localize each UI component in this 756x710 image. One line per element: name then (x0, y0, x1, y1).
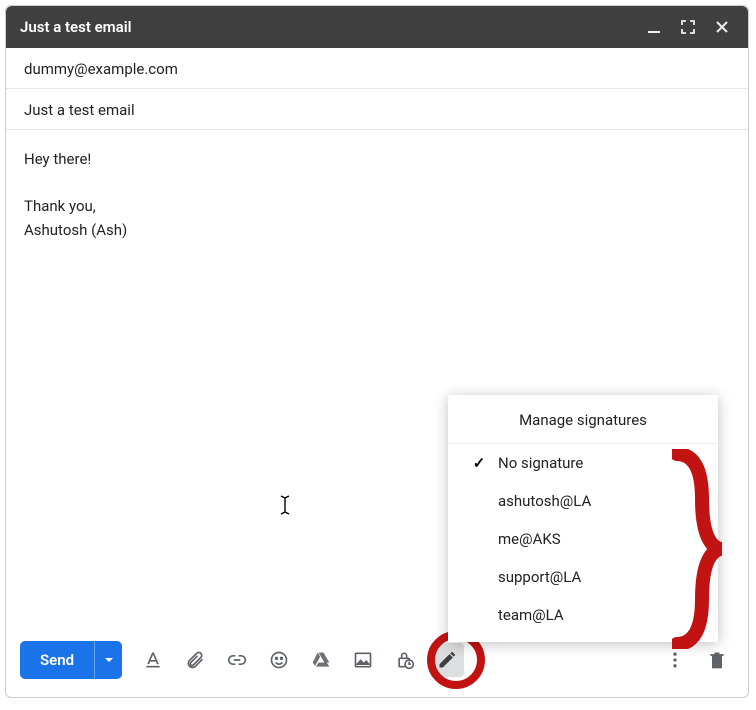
expand-icon (681, 20, 695, 34)
attach-button[interactable] (178, 643, 212, 677)
signature-button[interactable] (430, 643, 464, 677)
signature-option[interactable]: me@AKS (448, 520, 718, 558)
send-button-group: Send (20, 641, 122, 679)
link-button[interactable] (220, 643, 254, 677)
signature-option[interactable]: support@LA (448, 558, 718, 596)
fullscreen-button[interactable] (676, 15, 700, 39)
text-format-icon (143, 650, 163, 670)
link-icon (227, 650, 247, 670)
minimize-button[interactable] (642, 15, 666, 39)
paperclip-icon (185, 650, 205, 670)
subject-field[interactable]: Just a test email (6, 89, 748, 130)
signature-option[interactable]: team@LA (448, 596, 718, 634)
to-field[interactable]: dummy@example.com (6, 48, 748, 89)
discard-button[interactable] (700, 643, 734, 677)
signature-option-label: team@LA (492, 606, 564, 624)
close-button[interactable] (710, 15, 734, 39)
lock-clock-icon (395, 650, 415, 670)
signature-option-label: support@LA (492, 568, 581, 586)
body-line: Thank you, (24, 195, 730, 218)
titlebar: Just a test email (6, 6, 748, 48)
signature-menu-header[interactable]: Manage signatures (448, 395, 718, 444)
signature-option-label: me@AKS (492, 530, 561, 548)
signature-option-label: No signature (492, 454, 583, 472)
body-line: Ashutosh (Ash) (24, 219, 730, 242)
compose-window: Just a test email dummy@example.com Just… (5, 5, 749, 698)
pen-icon (437, 650, 457, 670)
image-icon (353, 650, 373, 670)
confidential-button[interactable] (388, 643, 422, 677)
photo-button[interactable] (346, 643, 380, 677)
caret-down-icon (104, 655, 114, 665)
signature-menu: Manage signatures ✓ No signature ashutos… (448, 395, 718, 642)
check-icon: ✓ (466, 454, 492, 472)
drive-icon (311, 650, 331, 670)
signature-option[interactable]: ashutosh@LA (448, 482, 718, 520)
send-options-button[interactable] (94, 641, 122, 679)
trash-icon (707, 650, 727, 670)
close-icon (715, 20, 729, 34)
text-cursor-icon (278, 495, 292, 515)
emoji-icon (269, 650, 289, 670)
body-line: Hey there! (24, 148, 730, 171)
signature-option-label: ashutosh@LA (492, 492, 591, 510)
emoji-button[interactable] (262, 643, 296, 677)
drive-button[interactable] (304, 643, 338, 677)
signature-option-none[interactable]: ✓ No signature (448, 444, 718, 482)
send-button[interactable]: Send (20, 641, 94, 679)
formatting-button[interactable] (136, 643, 170, 677)
kebab-icon (665, 650, 685, 670)
window-title: Just a test email (20, 18, 632, 36)
minimize-icon (647, 20, 661, 34)
more-options-button[interactable] (658, 643, 692, 677)
